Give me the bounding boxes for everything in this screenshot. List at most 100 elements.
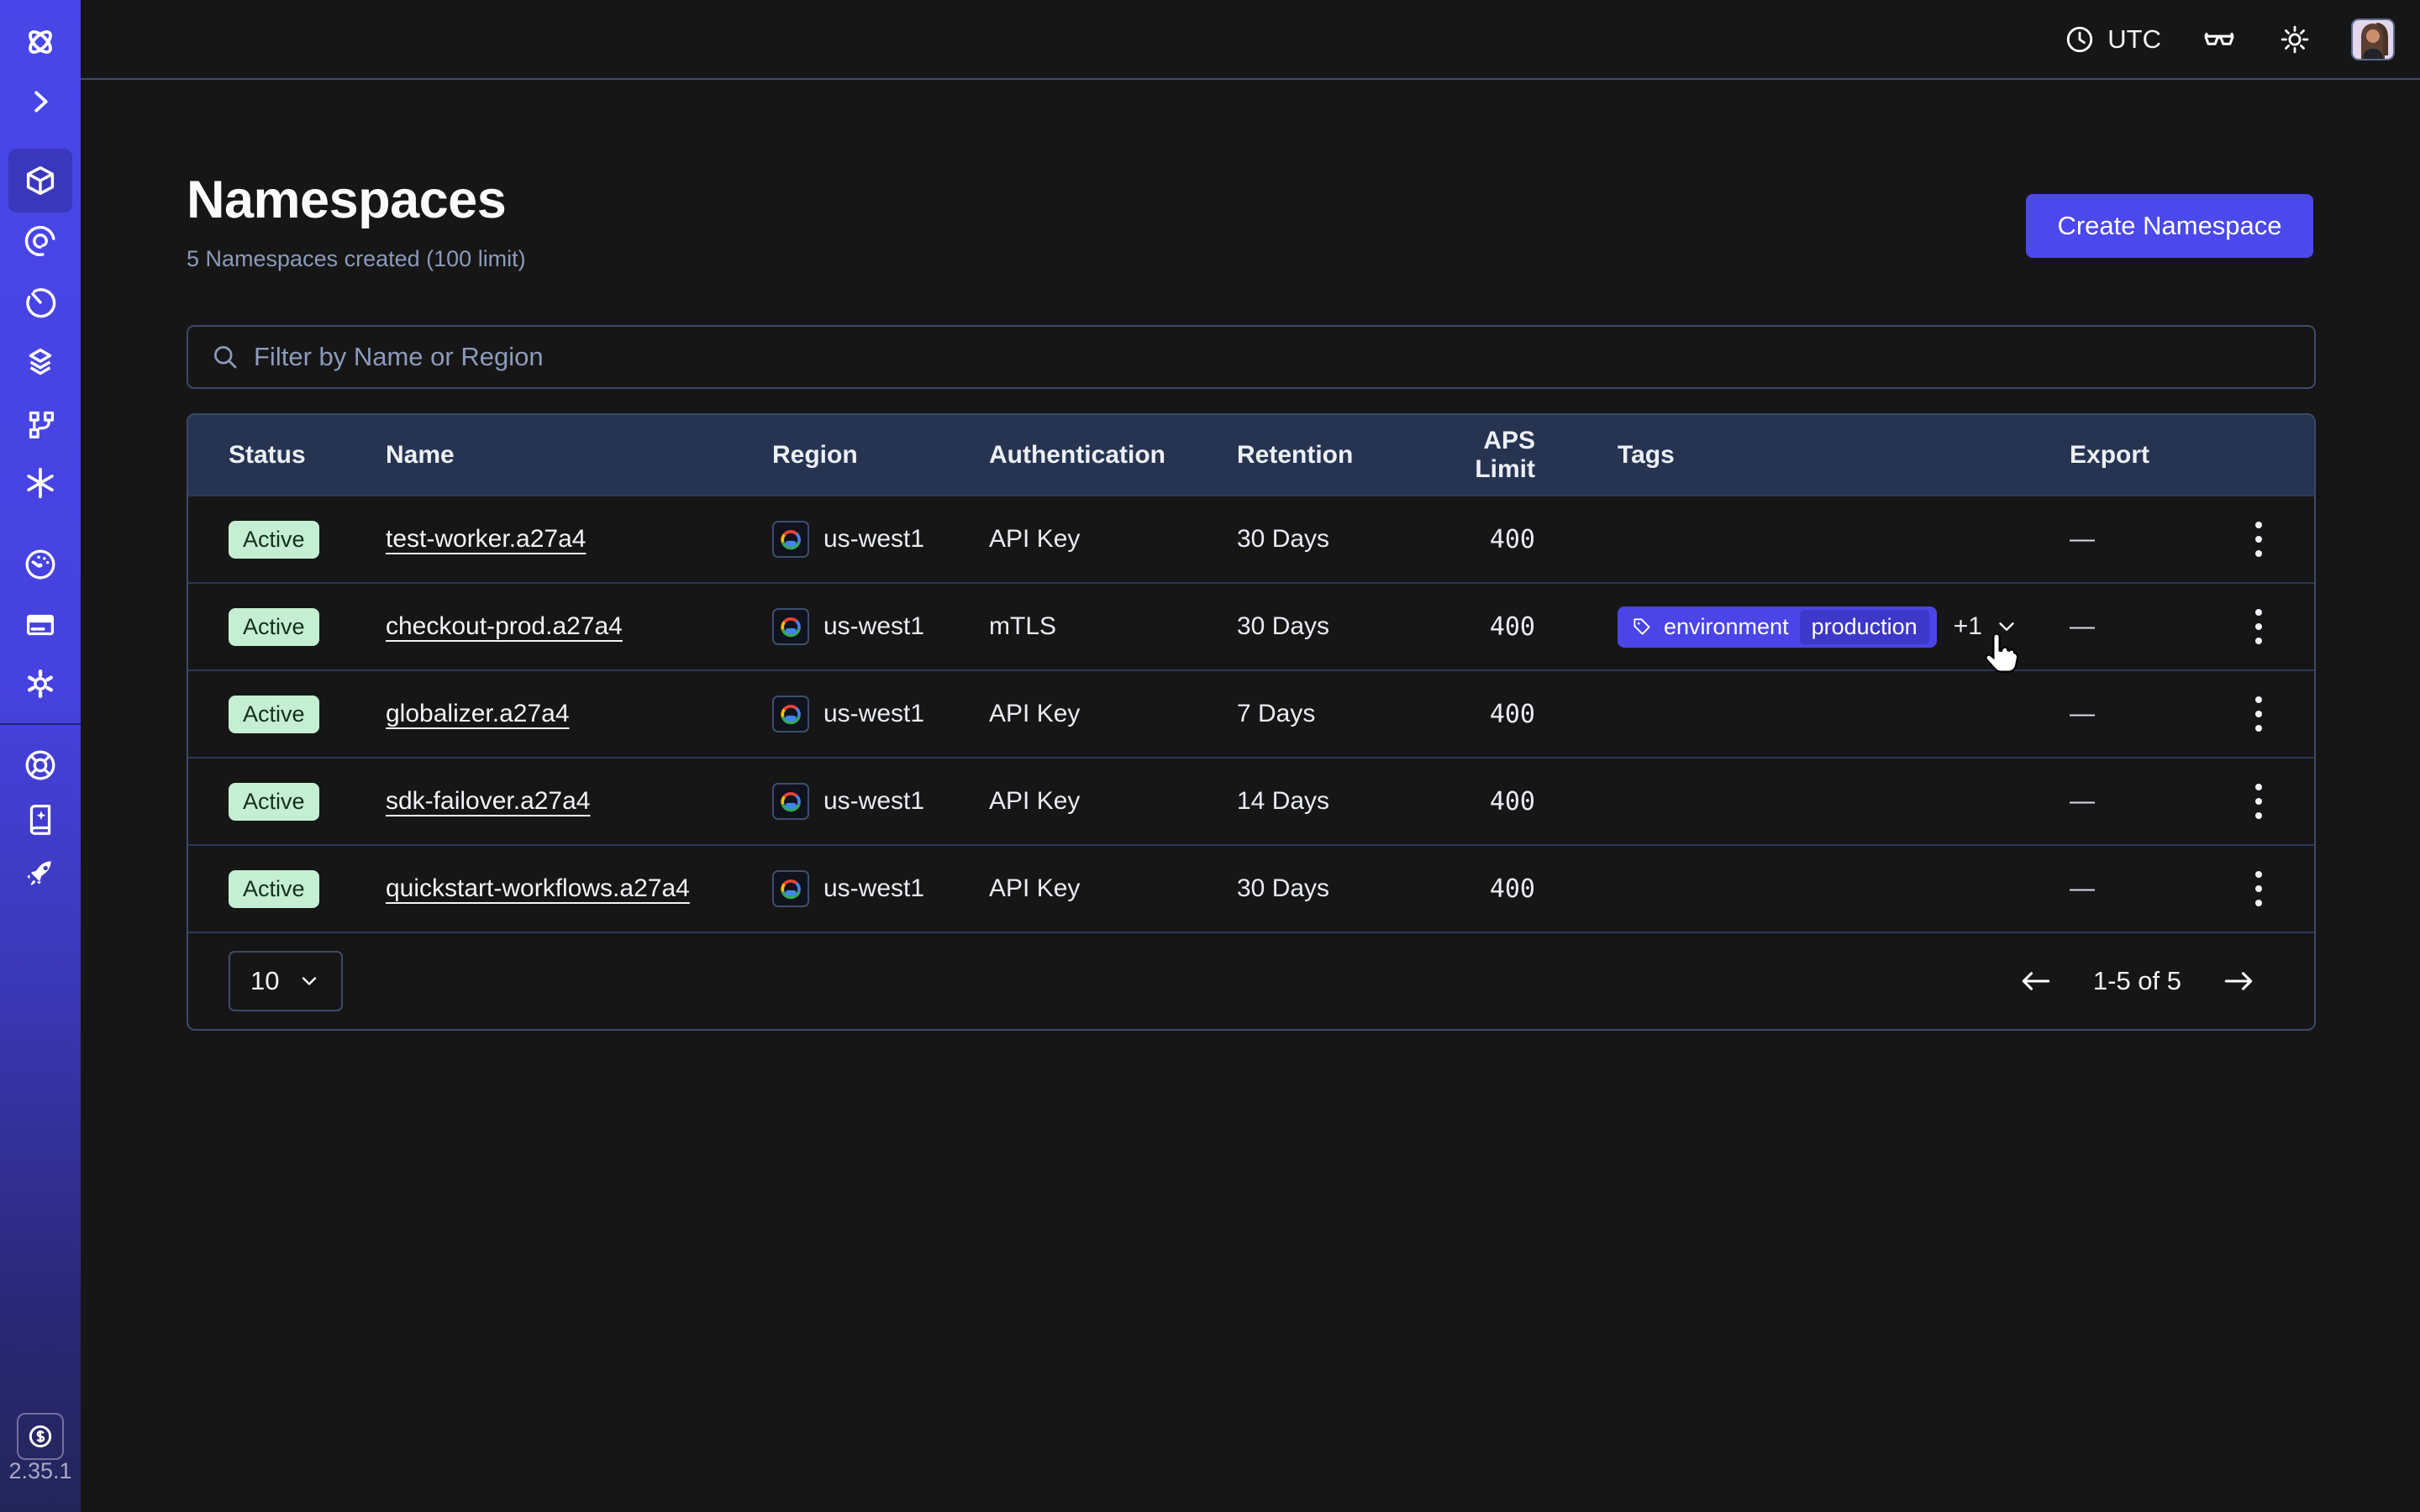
status-badge: Active (229, 696, 319, 733)
retention-value: 7 Days (1237, 700, 1430, 728)
row-menu-button[interactable] (2202, 696, 2314, 732)
create-namespace-button[interactable]: Create Namespace (2026, 194, 2313, 258)
row-menu-button[interactable] (2202, 609, 2314, 644)
sidebar-item-settings[interactable] (8, 652, 72, 716)
sidebar: 2.35.1 (0, 0, 81, 1512)
tag-icon (1631, 616, 1653, 638)
table-header-row: Status Name Region Authentication Retent… (188, 415, 2314, 495)
swirl-icon (21, 222, 60, 260)
sidebar-item-usage[interactable] (8, 533, 72, 596)
region-label: us-west1 (823, 874, 924, 903)
gcp-icon (772, 608, 809, 645)
sidebar-item-workflows[interactable] (8, 209, 72, 273)
sidebar-item-deployments[interactable] (8, 331, 72, 395)
auth-value: API Key (989, 525, 1237, 554)
aps-limit-value: 400 (1430, 874, 1564, 904)
status-badge: Active (229, 521, 319, 559)
reader-mode-button[interactable] (2200, 20, 2238, 59)
plan-badge-icon[interactable] (17, 1413, 64, 1460)
namespaces-table: Status Name Region Authentication Retent… (187, 413, 2316, 1031)
next-page-button[interactable] (2220, 963, 2257, 1000)
gear-icon (21, 664, 60, 703)
row-menu-button[interactable] (2202, 522, 2314, 557)
region-label: us-west1 (823, 525, 924, 554)
clock-icon (2063, 23, 2096, 56)
namespace-link[interactable]: checkout-prod.a27a4 (386, 612, 623, 640)
auth-value: API Key (989, 874, 1237, 903)
export-value: — (2051, 612, 2202, 641)
book-sparkle-icon (21, 800, 60, 838)
row-menu-button[interactable] (2202, 784, 2314, 819)
asterisk-icon (21, 464, 60, 502)
page-title: Namespaces (187, 170, 506, 230)
sidebar-item-billing[interactable] (8, 593, 72, 657)
region-label: us-west1 (823, 700, 924, 728)
status-badge: Active (229, 870, 319, 908)
col-header-tags: Tags (1564, 441, 2051, 470)
rocket-icon (21, 854, 60, 893)
retention-value: 14 Days (1237, 787, 1430, 816)
retention-value: 30 Days (1237, 525, 1430, 554)
chevron-down-icon (1994, 614, 2019, 639)
sidebar-expand-chevron-icon[interactable] (8, 70, 72, 134)
avatar[interactable] (2351, 18, 2395, 60)
gauge-icon (21, 545, 60, 584)
filter-bar (187, 325, 2316, 389)
sidebar-item-nexus[interactable] (8, 451, 72, 515)
namespace-link[interactable]: test-worker.a27a4 (386, 525, 586, 553)
branch-icon (21, 403, 60, 442)
page-size-value: 10 (250, 966, 279, 996)
theme-toggle-button[interactable] (2277, 22, 2312, 57)
auth-value: API Key (989, 787, 1237, 816)
region-label: us-west1 (823, 612, 924, 641)
export-value: — (2051, 787, 2202, 816)
filter-input[interactable] (254, 342, 2292, 372)
col-header-export: Export (2051, 441, 2202, 470)
tags-expand-button[interactable]: +1 (1954, 612, 2019, 641)
namespace-link[interactable]: globalizer.a27a4 (386, 700, 570, 727)
temporal-logo[interactable] (8, 10, 72, 74)
table-row: Active quickstart-workflows.a27a4 us-wes… (188, 844, 2314, 932)
pagination-bar: 10 1-5 of 5 (188, 932, 2314, 1029)
sidebar-item-namespaces[interactable] (8, 149, 72, 213)
timezone-selector[interactable]: UTC (2063, 23, 2161, 56)
cube-icon (21, 161, 60, 200)
tag-key: environment (1664, 614, 1789, 640)
export-value: — (2051, 700, 2202, 728)
col-header-status: Status (188, 441, 386, 470)
tag-pill[interactable]: environment production (1618, 606, 1937, 648)
sidebar-divider (0, 723, 81, 725)
status-badge: Active (229, 608, 319, 646)
export-value: — (2051, 525, 2202, 554)
namespace-link[interactable]: quickstart-workflows.a27a4 (386, 874, 690, 902)
layers-icon (21, 344, 60, 382)
row-menu-button[interactable] (2202, 871, 2314, 906)
aps-limit-value: 400 (1430, 787, 1564, 816)
table-row: Active sdk-failover.a27a4 us-west1 API K… (188, 757, 2314, 844)
col-header-name: Name (386, 441, 772, 470)
page-size-select[interactable]: 10 (229, 951, 343, 1011)
lifebuoy-icon (21, 746, 60, 785)
auth-value: mTLS (989, 612, 1237, 641)
sidebar-item-getting-started[interactable] (8, 842, 72, 906)
previous-page-button[interactable] (2018, 963, 2054, 1000)
page-subtitle: 5 Namespaces created (100 limit) (187, 246, 526, 272)
col-header-retention: Retention (1237, 441, 1430, 470)
export-value: — (2051, 874, 2202, 903)
sun-icon (2277, 22, 2312, 57)
retention-value: 30 Days (1237, 874, 1430, 903)
tag-value: production (1800, 610, 1929, 644)
col-header-region: Region (772, 441, 989, 470)
timezone-label: UTC (2107, 24, 2161, 55)
namespace-link[interactable]: sdk-failover.a27a4 (386, 787, 591, 815)
sidebar-item-schedules[interactable] (8, 270, 72, 334)
status-badge: Active (229, 783, 319, 821)
table-row: Active test-worker.a27a4 us-west1 API Ke… (188, 495, 2314, 582)
aps-limit-value: 400 (1430, 525, 1564, 554)
aps-limit-value: 400 (1430, 700, 1564, 729)
region-label: us-west1 (823, 787, 924, 816)
retention-value: 30 Days (1237, 612, 1430, 641)
sidebar-item-batch-operations[interactable] (8, 391, 72, 454)
auth-value: API Key (989, 700, 1237, 728)
pagination-range: 1-5 of 5 (2093, 966, 2181, 996)
